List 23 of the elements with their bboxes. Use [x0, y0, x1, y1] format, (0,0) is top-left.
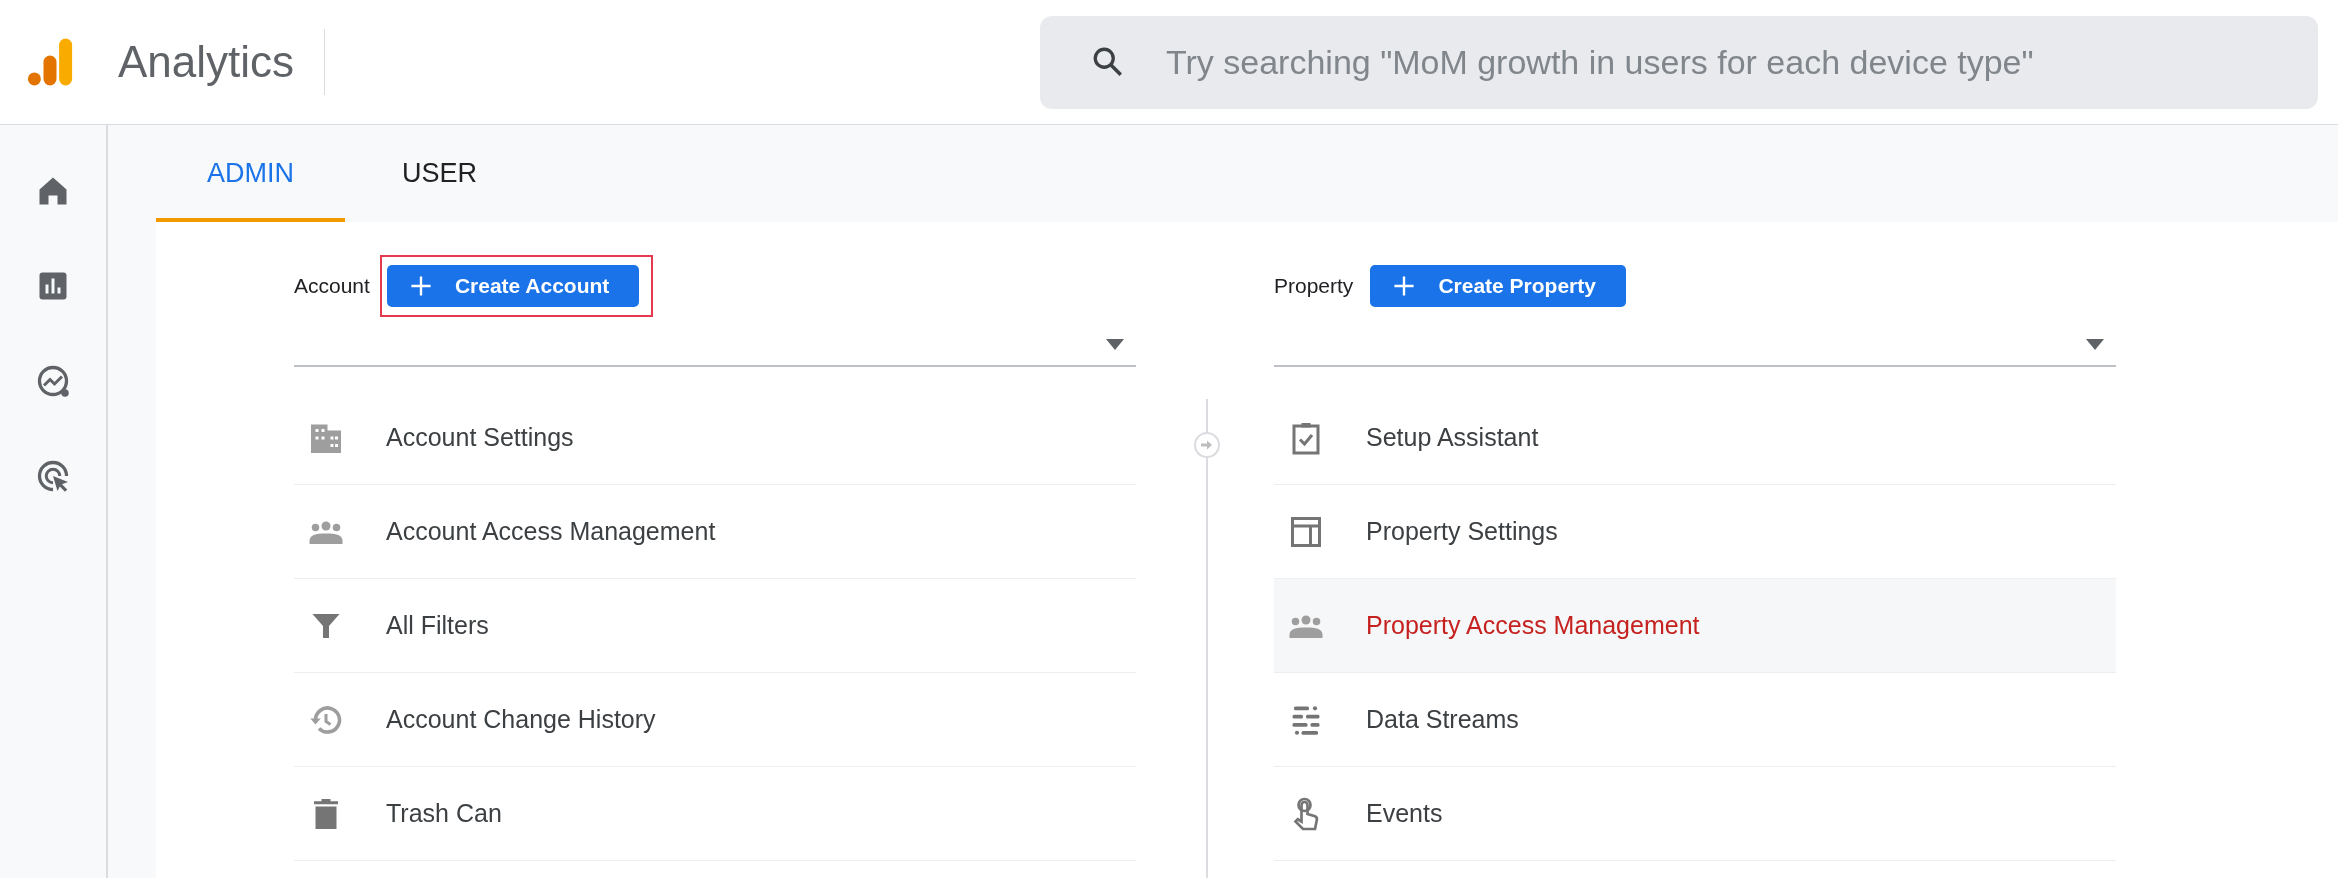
create-button[interactable]: Create Account [386, 264, 640, 307]
plus-icon [408, 273, 433, 298]
trend-chart-icon[interactable] [35, 363, 71, 399]
menu-item[interactable]: Account Change History [294, 673, 1136, 767]
create-button[interactable]: Create Property [1370, 264, 1626, 307]
dropdown-arrow-icon [1106, 338, 1124, 350]
column-label: Property [1274, 273, 1354, 298]
menu-item[interactable]: Account Access Management [294, 485, 1136, 579]
tab[interactable]: USER [345, 125, 534, 222]
menu-item[interactable]: Trash Can [294, 767, 1136, 861]
search-field[interactable]: Try searching "MoM growth in users for each device type" [1040, 15, 2318, 109]
menu-item[interactable]: Property Access Management [1274, 579, 2116, 673]
plus-icon [1392, 273, 1417, 298]
menu-item[interactable]: Events [1274, 767, 2116, 861]
app-name: Analytics [118, 37, 295, 87]
menu-item[interactable]: Data Streams [1274, 673, 2116, 767]
column-label: Account [294, 273, 370, 298]
menu-item[interactable]: All Filters [294, 579, 1136, 673]
arrow-right-icon [1193, 431, 1221, 459]
menu-item[interactable]: Account Settings [294, 391, 1136, 485]
menu-item[interactable]: Setup Assistant [1274, 391, 2116, 485]
cursor-target-icon[interactable] [35, 458, 71, 494]
dropdown-arrow-icon [2086, 338, 2104, 350]
